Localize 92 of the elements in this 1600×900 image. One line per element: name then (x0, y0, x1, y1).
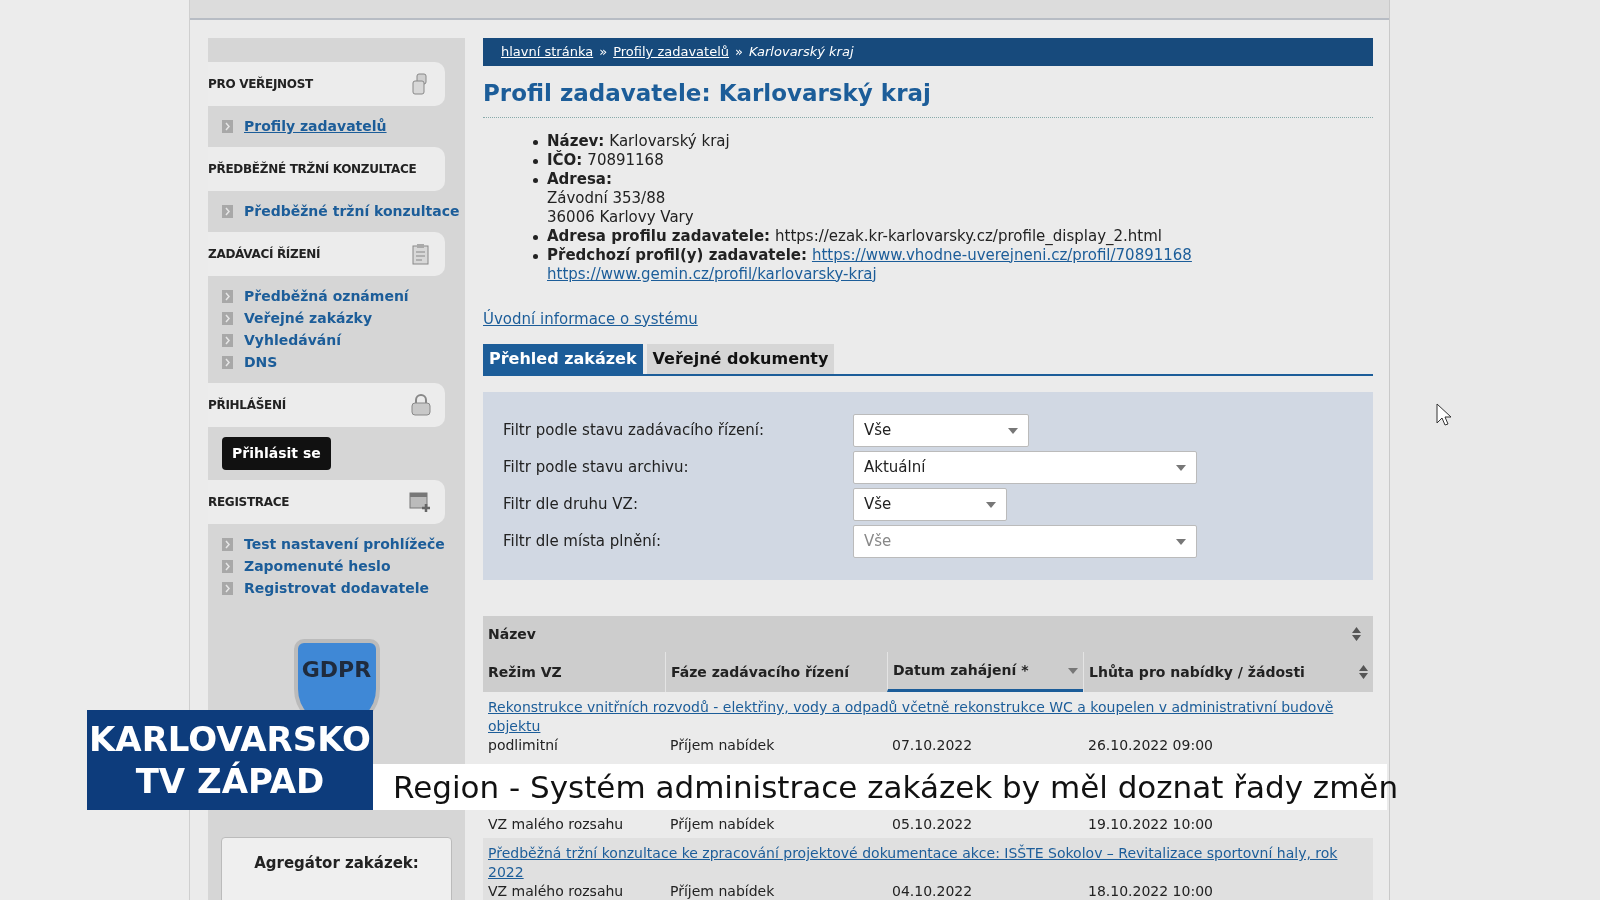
gdpr-label: GDPR (301, 656, 372, 684)
filter-label: Filtr dle místa plnění: (503, 531, 662, 553)
bullet-icon (533, 139, 538, 145)
arrow-bullet-icon (222, 120, 233, 133)
sidebar-link[interactable]: Registrovat dodavatele (244, 578, 429, 599)
filter-select[interactable]: Vše (853, 414, 1029, 447)
table-cell-text: VZ malého rozsahu (488, 882, 625, 900)
detail-value: 70891168 (587, 150, 664, 170)
detail-label: Adresa: (547, 169, 613, 189)
column-header[interactable]: Režim VZ (483, 652, 665, 692)
table-cell-text: 05.10.2022 (892, 815, 974, 834)
bullet-icon (533, 253, 538, 259)
news-headline: Region - Systém administrace zakázek by měl doznat řady změn (393, 767, 1399, 807)
sidebar-link[interactable]: Veřejné zakázky (244, 308, 373, 329)
detail-label: Adresa profilu zadavatele: (547, 226, 771, 246)
column-header[interactable]: Datum zahájení * (887, 652, 1083, 692)
intro-link[interactable]: Úvodní informace o systému (483, 307, 698, 330)
table-cell-text: Příjem nabídek (670, 882, 776, 900)
table-cell-text: VZ malého rozsahu (488, 815, 625, 834)
column-header[interactable]: Fáze zadávacího řízení (665, 652, 887, 692)
dropdown-caret-icon (1176, 464, 1186, 471)
table-cell-text: 26.10.2022 09:00 (1088, 736, 1214, 755)
section-title: PRO VEŘEJNOST (208, 75, 313, 93)
profile-link[interactable]: https://www.vhodne-uverejneni.cz/profil/70891168 (811, 245, 1192, 265)
table-cell-text: 07.10.2022 (892, 736, 974, 755)
table-cell-text: 18.10.2022 10:00 (1088, 882, 1214, 900)
section-title: REGISTRACE (208, 494, 290, 511)
mouse-cursor-icon (1436, 403, 1452, 427)
arrow-bullet-icon (222, 538, 233, 551)
bullet-icon (533, 158, 538, 164)
section-title: PŘEDBĚŽNÉ TRŽNÍ KONZULTACE (208, 160, 417, 178)
sort-icon[interactable] (1359, 665, 1368, 679)
channel-name: TV ZÁPAD (135, 760, 325, 802)
detail-value: https://ezak.kr-karlovarsky.cz/profile_display_2.html (775, 226, 1162, 246)
arrow-bullet-icon (222, 356, 233, 369)
channel-name: KARLOVARSKO (89, 718, 371, 760)
clipboard-icon (411, 243, 431, 265)
breadcrumb-current: Karlovarský kraj (749, 43, 854, 62)
table-cell-text: 04.10.2022 (892, 882, 974, 900)
dropdown-caret-icon (986, 501, 996, 508)
filter-label: Filtr podle stavu zadávacího řízení: (503, 420, 765, 442)
sidebar-link[interactable]: Test nastavení prohlížeče (244, 534, 445, 555)
sidebar-link[interactable]: Profily zadavatelů (244, 116, 387, 137)
breadcrumb-separator: » (599, 43, 608, 62)
column-header[interactable]: Název (488, 623, 536, 645)
detail-label: IČO: (547, 150, 583, 170)
breadcrumb-link[interactable]: Profily zadavatelů (613, 42, 730, 62)
filter-select[interactable]: Vše (853, 488, 1007, 521)
bullet-icon (533, 234, 538, 240)
sidebar-link[interactable]: DNS (244, 352, 278, 373)
sidebar-link[interactable]: Vyhledávání (244, 330, 342, 351)
breadcrumb-link[interactable]: hlavní stránka (501, 42, 594, 62)
sort-icon[interactable] (1352, 627, 1361, 641)
section-title: PŘIHLÁŠENÍ (208, 396, 286, 414)
detail-value: Karlovarský kraj (609, 131, 730, 151)
filter-label: Filtr dle druhu VZ: (503, 494, 639, 516)
arrow-bullet-icon (222, 560, 233, 573)
aggregator-title: Agregátor zakázek: (254, 853, 419, 874)
table-cell-text: 19.10.2022 10:00 (1088, 815, 1214, 834)
dropdown-caret-icon (1068, 667, 1078, 674)
table-cell-text: Příjem nabídek (670, 736, 776, 755)
detail-value: Závodní 353/88 (547, 188, 667, 208)
arrow-bullet-icon (222, 582, 233, 595)
filter-label: Filtr podle stavu archivu: (503, 457, 690, 479)
column-header[interactable]: Lhůta pro nabídky / žádosti (1083, 652, 1373, 692)
profile-link[interactable]: https://www.gemin.cz/profil/karlovarsky-kraj (547, 264, 877, 284)
tender-link[interactable]: Předběžná tržní konzultace ke zpracování projektové dokumentace akce: ISŠTE Sokolov – Revitalizace sportovní haly, rok 2022 (488, 844, 1368, 882)
page-title: Profil zadavatele: Karlovarský kraj (483, 76, 1373, 118)
dropdown-caret-icon (1008, 427, 1018, 434)
table-cell-text: Příjem nabídek (670, 815, 776, 834)
login-button[interactable]: Přihlásit se (222, 437, 331, 470)
table-cell-text: podlimitní (488, 736, 559, 755)
breadcrumb-separator: » (735, 43, 743, 62)
detail-value: 36006 Karlovy Vary (547, 207, 694, 227)
section-title: ZADÁVACÍ ŘÍZENÍ (208, 245, 321, 263)
arrow-bullet-icon (222, 205, 233, 218)
arrow-bullet-icon (222, 290, 233, 303)
detail-label: Název: (547, 131, 605, 150)
tab[interactable]: Přehled zakázek (483, 344, 643, 374)
arrow-bullet-icon (222, 312, 233, 325)
filter-select[interactable]: Aktuální (853, 451, 1197, 484)
bullet-icon (533, 177, 538, 183)
arrow-bullet-icon (222, 334, 233, 347)
dropdown-caret-icon (1176, 538, 1186, 545)
tender-link[interactable]: Rekonstrukce vnitřních rozvodů - elektřiny, vody a odpadů včetně rekonstrukce WC a koupelen v administrativní budově objektu (488, 698, 1368, 736)
tab[interactable]: Veřejné dokumenty (646, 344, 835, 374)
detail-label: Předchozí profil(y) zadavatele: (547, 245, 807, 265)
sidebar-link[interactable]: Předběžná oznámení (244, 286, 409, 307)
sidebar-link[interactable]: Předběžné tržní konzultace (244, 201, 460, 222)
lock-icon (411, 394, 431, 416)
add-window-icon (409, 491, 431, 513)
sidebar-link[interactable]: Zapomenuté heslo (244, 556, 391, 577)
